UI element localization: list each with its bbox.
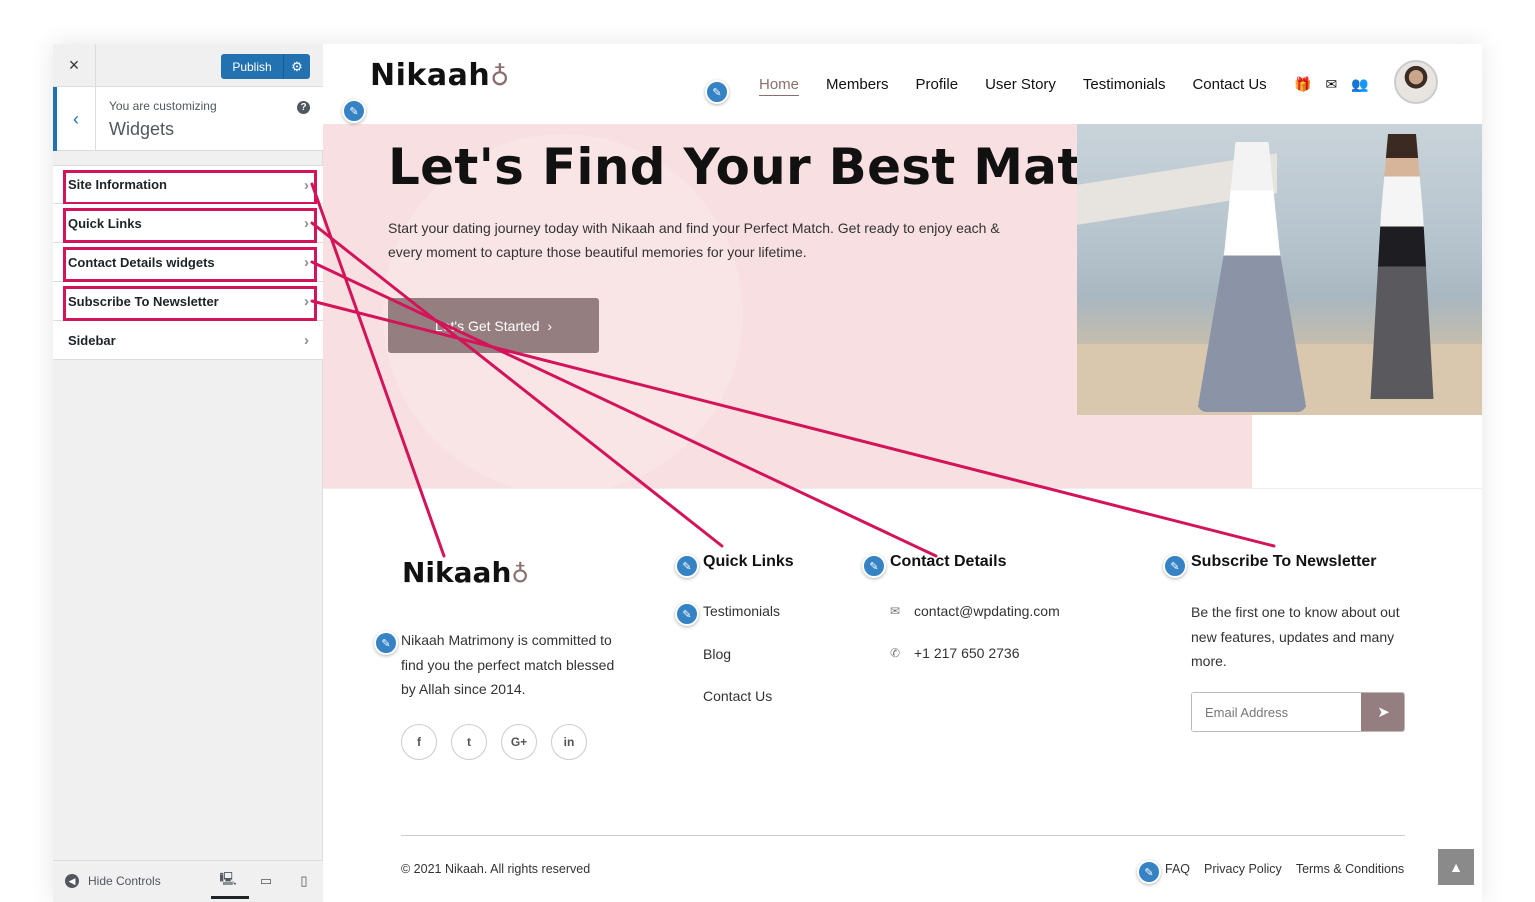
back-icon[interactable]: ‹: [53, 87, 96, 151]
edit-shortcut-icon[interactable]: ✎: [675, 602, 699, 626]
linkedin-icon[interactable]: in: [551, 724, 587, 760]
widget-area-list: Site Information › Quick Links › Contact D…: [53, 165, 323, 360]
section-title: Widgets: [109, 119, 175, 139]
customizer-header: × Publish ⚙: [53, 44, 323, 87]
nav-members[interactable]: Members: [826, 76, 889, 93]
section-header: ‹ You are customizing Widgets ?: [53, 87, 323, 151]
contact-phone-text: +1 217 650 2736: [914, 645, 1020, 661]
customizer-footer: ◀ Hide Controls 🖳 ▭ ▯: [53, 860, 323, 902]
edit-shortcut-icon[interactable]: ✎: [342, 99, 366, 123]
gift-icon[interactable]: 🎁: [1294, 76, 1311, 93]
widget-area-site-information[interactable]: Site Information ›: [53, 165, 323, 205]
edit-shortcut-icon[interactable]: ✎: [862, 554, 886, 578]
nav-profile[interactable]: Profile: [916, 76, 959, 93]
gear-icon[interactable]: ⚙: [283, 54, 310, 79]
rings-icon: ♁: [490, 62, 510, 92]
footer-link-terms[interactable]: Terms & Conditions: [1296, 862, 1404, 876]
widget-area-quick-links[interactable]: Quick Links ›: [53, 204, 323, 243]
newsletter-text: Be the first one to know about out new f…: [1191, 604, 1400, 669]
footer-link-faq[interactable]: FAQ: [1165, 862, 1190, 876]
customizer-sidebar: × Publish ⚙ ‹ You are customizing Widget…: [53, 44, 323, 902]
footer-logo-text: Nikaah: [402, 556, 512, 589]
nav-user-story[interactable]: User Story: [985, 76, 1056, 93]
chevron-right-icon: ›: [547, 317, 553, 334]
footer-link-privacy[interactable]: Privacy Policy: [1204, 862, 1282, 876]
hero-title: Let's Find Your Best Match: [388, 138, 1148, 196]
footer-link-testimonials[interactable]: Testimonials: [703, 603, 780, 619]
hero-photo: [1077, 124, 1482, 415]
google-plus-icon[interactable]: G+: [501, 724, 537, 760]
chevron-right-icon: ›: [304, 332, 309, 349]
edit-shortcut-icon[interactable]: ✎: [1137, 860, 1161, 884]
edit-shortcut-icon[interactable]: ✎: [1163, 554, 1187, 578]
copyright: © 2021 Nikaah. All rights reserved: [401, 862, 591, 876]
close-icon[interactable]: ×: [53, 44, 96, 87]
customizing-label: You are customizing: [109, 99, 217, 113]
widget-area-sidebar[interactable]: Sidebar ›: [53, 321, 323, 360]
divider: [401, 835, 1405, 836]
divider: [323, 488, 1482, 489]
main-nav: Home Members Profile User Story Testimon…: [759, 76, 1267, 93]
chevron-right-icon: ›: [304, 215, 309, 232]
footer-about: Nikaah Matrimony is committed to find yo…: [401, 632, 615, 697]
collapse-icon: ◀: [65, 874, 79, 888]
publish-button[interactable]: Publish: [221, 54, 283, 79]
customizer-window: × Publish ⚙ ‹ You are customizing Widget…: [53, 44, 1482, 902]
widget-area-contact-details[interactable]: Contact Details widgets ›: [53, 243, 323, 282]
newsletter-form: ➤: [1191, 692, 1405, 732]
widget-area-label: Sidebar: [68, 332, 116, 348]
widget-area-label: Contact Details widgets: [68, 254, 215, 270]
tablet-preview-icon[interactable]: ▭: [259, 873, 273, 889]
mobile-preview-icon[interactable]: ▯: [297, 873, 311, 889]
edit-shortcut-icon[interactable]: ✎: [675, 554, 699, 578]
footer-logo[interactable]: Nikaah♁: [402, 556, 529, 589]
chevron-right-icon: ›: [304, 293, 309, 310]
social-links: f t G+ in: [401, 724, 587, 760]
edit-shortcut-icon[interactable]: ✎: [374, 631, 398, 655]
widget-area-label: Site Information: [68, 177, 167, 192]
newsletter-title: Subscribe To Newsletter: [1191, 553, 1377, 570]
phone-icon: ✆: [890, 646, 901, 660]
nav-testimonials[interactable]: Testimonials: [1083, 76, 1166, 93]
edit-shortcut-icon[interactable]: ✎: [705, 80, 729, 104]
widget-area-subscribe-newsletter[interactable]: Subscribe To Newsletter ›: [53, 282, 323, 321]
nav-home[interactable]: Home: [759, 76, 799, 93]
envelope-icon[interactable]: ✉: [1325, 76, 1337, 93]
rings-icon: ♁: [511, 560, 529, 588]
hero-text: Start your dating journey today with Nik…: [388, 220, 1000, 260]
header-icons: 🎁 ✉ 👥: [1294, 76, 1369, 93]
site-logo-text: Nikaah: [370, 58, 491, 93]
help-icon[interactable]: ?: [297, 101, 310, 114]
footer-link-contact[interactable]: Contact Us: [703, 688, 772, 704]
desktop-preview-icon[interactable]: 🖳: [211, 871, 249, 899]
envelope-icon: ✉: [890, 604, 901, 618]
widget-area-label: Quick Links: [68, 215, 142, 231]
scroll-top-icon[interactable]: ▲: [1438, 849, 1474, 885]
chevron-right-icon: ›: [304, 177, 309, 194]
facebook-icon[interactable]: f: [401, 724, 437, 760]
hide-controls-label: Hide Controls: [88, 874, 161, 888]
contact-details-title: Contact Details: [890, 553, 1007, 570]
legal-links: FAQ Privacy Policy Terms & Conditions: [1165, 862, 1404, 876]
site-preview: Nikaah♁ Home Members Profile User Story …: [323, 44, 1482, 902]
email-field[interactable]: [1192, 693, 1361, 731]
chevron-right-icon: ›: [304, 254, 309, 271]
site-header: Nikaah♁ Home Members Profile User Story …: [323, 44, 1482, 124]
site-logo[interactable]: Nikaah♁: [370, 58, 510, 93]
avatar[interactable]: [1394, 60, 1438, 104]
send-icon[interactable]: ➤: [1361, 693, 1404, 731]
get-started-button[interactable]: Let's Get Started ›: [388, 298, 599, 353]
quick-links-title: Quick Links: [703, 553, 794, 570]
contact-email[interactable]: ✉ contact@wpdating.com: [890, 603, 1060, 619]
widget-area-label: Subscribe To Newsletter: [68, 293, 219, 309]
contact-email-text: contact@wpdating.com: [914, 603, 1060, 619]
get-started-label: Let's Get Started: [434, 317, 540, 334]
hide-controls-button[interactable]: ◀ Hide Controls: [65, 874, 161, 888]
users-icon[interactable]: 👥: [1351, 76, 1368, 93]
groom-figure: [1370, 134, 1434, 399]
footer-link-blog[interactable]: Blog: [703, 646, 731, 662]
nav-contact-us[interactable]: Contact Us: [1192, 76, 1266, 93]
twitter-icon[interactable]: t: [451, 724, 487, 760]
contact-phone[interactable]: ✆ +1 217 650 2736: [890, 645, 1020, 661]
